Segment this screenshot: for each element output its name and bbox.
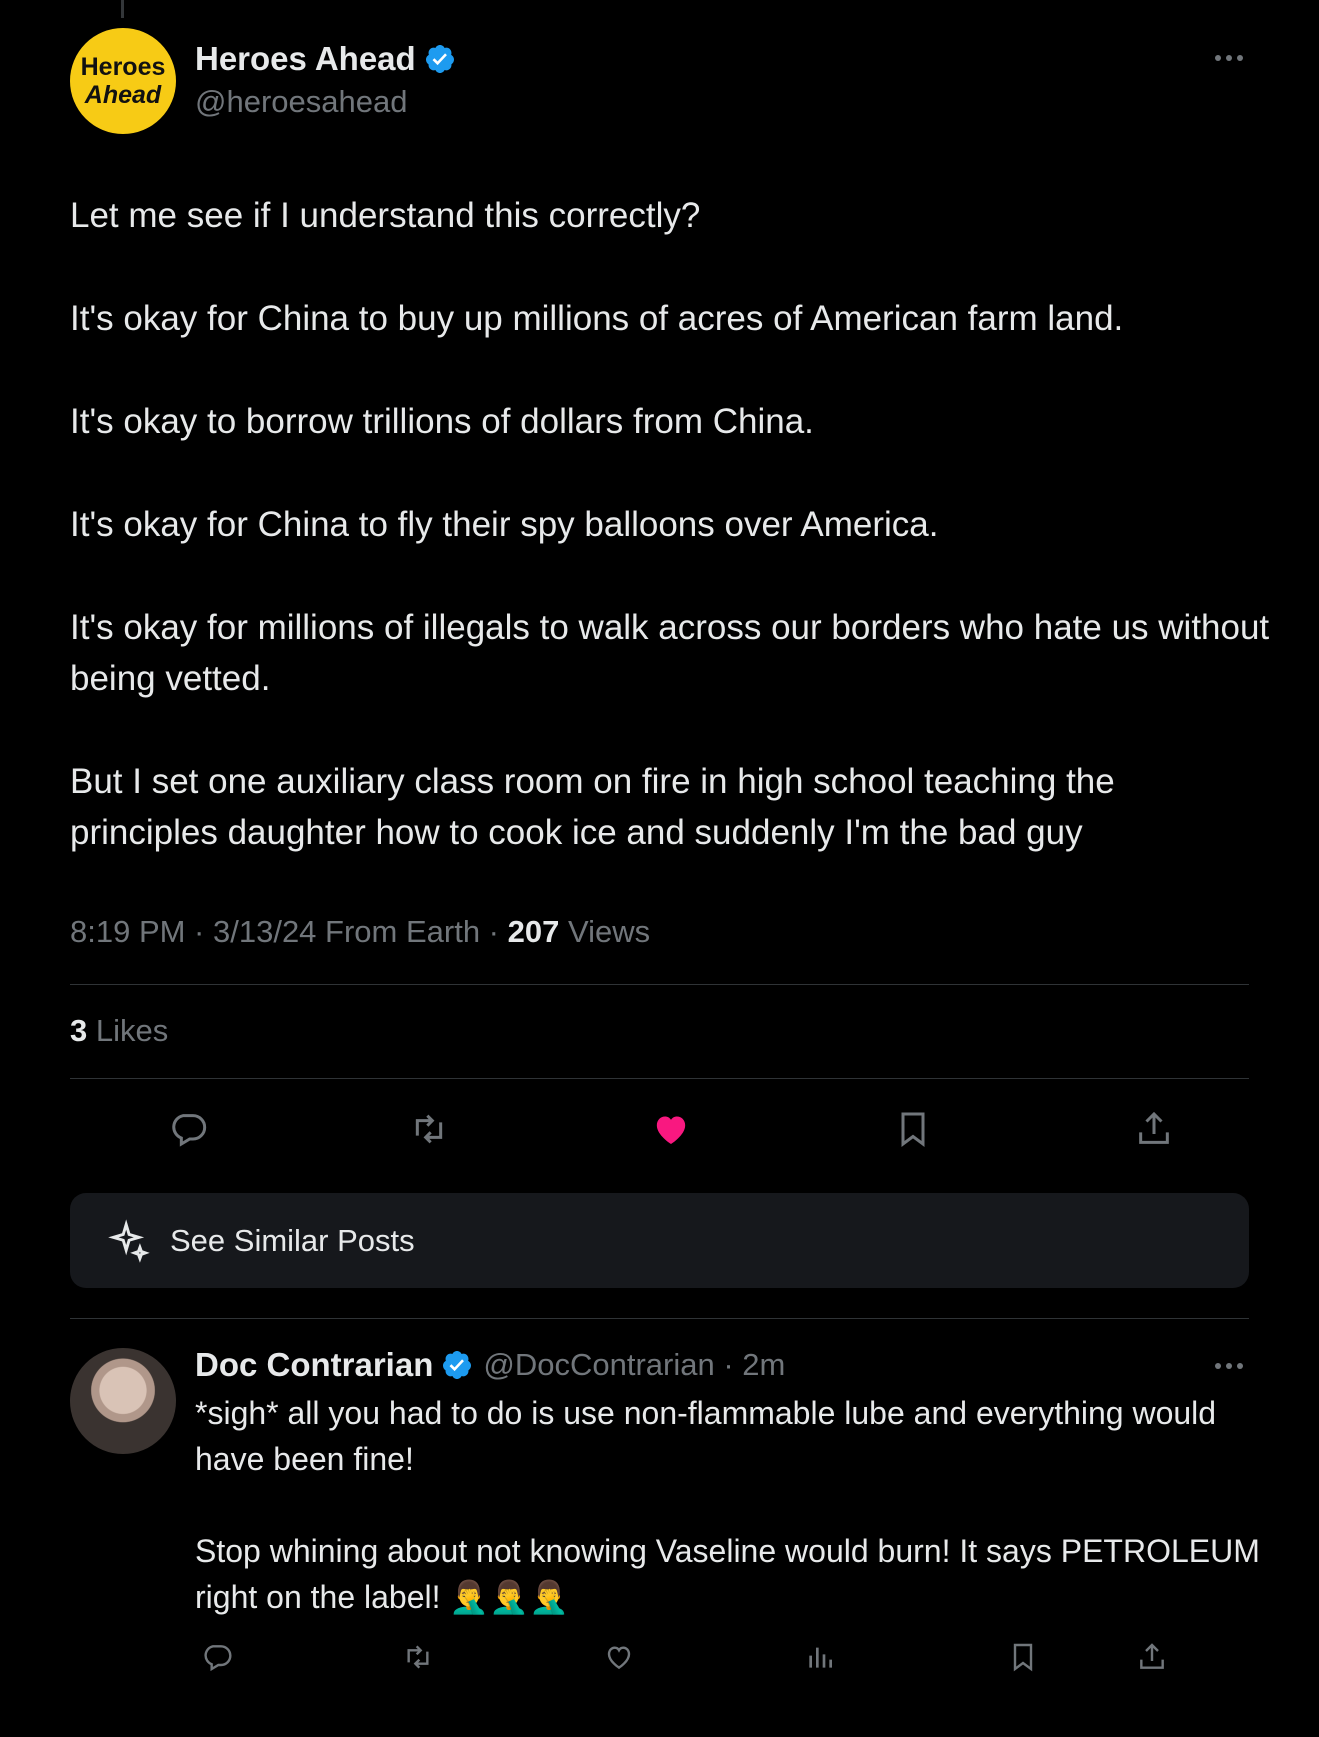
views-icon (809, 1647, 832, 1668)
post-paragraph: It's okay for China to buy up millions o… (70, 299, 1124, 338)
reply-share-button[interactable] (1130, 1635, 1174, 1679)
share-button[interactable] (1125, 1100, 1183, 1158)
avatar-text-line1: Heroes (80, 53, 166, 81)
bookmark-icon (901, 1112, 925, 1147)
like-button[interactable] (642, 1100, 700, 1158)
post-timestamp[interactable]: 8:19 PM · 3/13/24 From Earth · (70, 914, 508, 949)
thread-connector-line (121, 0, 124, 18)
author-handle[interactable]: @heroesahead (195, 84, 456, 120)
views-count[interactable]: 207 (508, 914, 560, 949)
reply-author-name[interactable]: Doc Contrarian (195, 1346, 433, 1384)
more-icon-dot (1237, 1363, 1243, 1369)
post-action-bar (70, 1100, 1249, 1158)
reply-paragraph: *sigh* all you had to do is use non-flam… (195, 1395, 1217, 1477)
more-icon-dot (1226, 55, 1232, 61)
more-icon-dot (1237, 55, 1243, 61)
post-header: Heroes Ahead Heroes Ahead @heroesahead (70, 28, 1249, 134)
bookmark-button[interactable] (884, 1100, 942, 1158)
sparkle-icon (108, 1218, 150, 1263)
more-icon-dot (1226, 1363, 1232, 1369)
post-paragraph: But I set one auxiliary class room on fi… (70, 762, 1115, 852)
heart-icon (607, 1646, 631, 1670)
reply-icon (172, 1114, 207, 1147)
reply-icon (204, 1645, 232, 1672)
retweet-icon (415, 1114, 443, 1144)
post-paragraph: It's okay for China to fly their spy bal… (70, 505, 939, 544)
divider (70, 1078, 1249, 1079)
see-similar-posts-label: See Similar Posts (170, 1222, 415, 1258)
post-paragraph: Let me see if I understand this correctl… (70, 196, 701, 235)
reply-like-button[interactable] (597, 1635, 641, 1679)
reply-text: *sigh* all you had to do is use non-flam… (195, 1390, 1280, 1620)
author-block: Heroes Ahead @heroesahead (195, 40, 456, 120)
author-name-row[interactable]: Heroes Ahead (195, 40, 456, 78)
likes-count-row[interactable]: 3 Likes (70, 1013, 168, 1049)
avatar-text-line2: Ahead (84, 81, 162, 109)
reply-reply-button[interactable] (195, 1635, 239, 1679)
verified-badge-icon (443, 1351, 472, 1379)
post-text: Let me see if I understand this correctl… (70, 190, 1270, 858)
avatar[interactable]: Heroes Ahead (70, 28, 176, 134)
reply-header: Doc Contrarian @DocContrarian · 2m (195, 1342, 1249, 1388)
bookmark-icon (1013, 1643, 1033, 1672)
reply-handle-time[interactable]: @DocContrarian · 2m (483, 1347, 785, 1383)
reply-avatar[interactable] (70, 1348, 176, 1454)
author-display-name[interactable]: Heroes Ahead (195, 40, 416, 78)
reply-button[interactable] (159, 1100, 217, 1158)
share-icon (1139, 1111, 1169, 1144)
retweet-icon (407, 1645, 429, 1669)
more-icon (1215, 55, 1221, 61)
heart-icon (656, 1116, 686, 1144)
retweet-button[interactable] (400, 1100, 458, 1158)
post-paragraph: It's okay to borrow trillions of dollars… (70, 402, 814, 441)
divider (70, 1318, 1249, 1319)
reply-views-button[interactable] (798, 1635, 842, 1679)
reply-retweet-button[interactable] (396, 1635, 440, 1679)
share-icon (1140, 1643, 1164, 1669)
post-meta: 8:19 PM · 3/13/24 From Earth · 207 Views (70, 914, 650, 950)
views-label: Views (559, 914, 651, 949)
reply-action-bar (195, 1635, 1249, 1679)
more-icon (1215, 1363, 1221, 1369)
likes-label: Likes (87, 1013, 169, 1048)
reply-more-options-button[interactable] (1209, 1354, 1249, 1378)
likes-count: 3 (70, 1013, 88, 1048)
divider (70, 984, 1249, 985)
see-similar-posts-button[interactable]: See Similar Posts (70, 1193, 1249, 1288)
post-paragraph: It's okay for millions of illegals to wa… (70, 608, 1270, 698)
more-options-button[interactable] (1209, 46, 1249, 70)
reply-bookmark-button[interactable] (1001, 1635, 1045, 1679)
verified-badge-icon (425, 45, 454, 73)
reply-paragraph: Stop whining about not knowing Vaseline … (195, 1533, 1260, 1615)
